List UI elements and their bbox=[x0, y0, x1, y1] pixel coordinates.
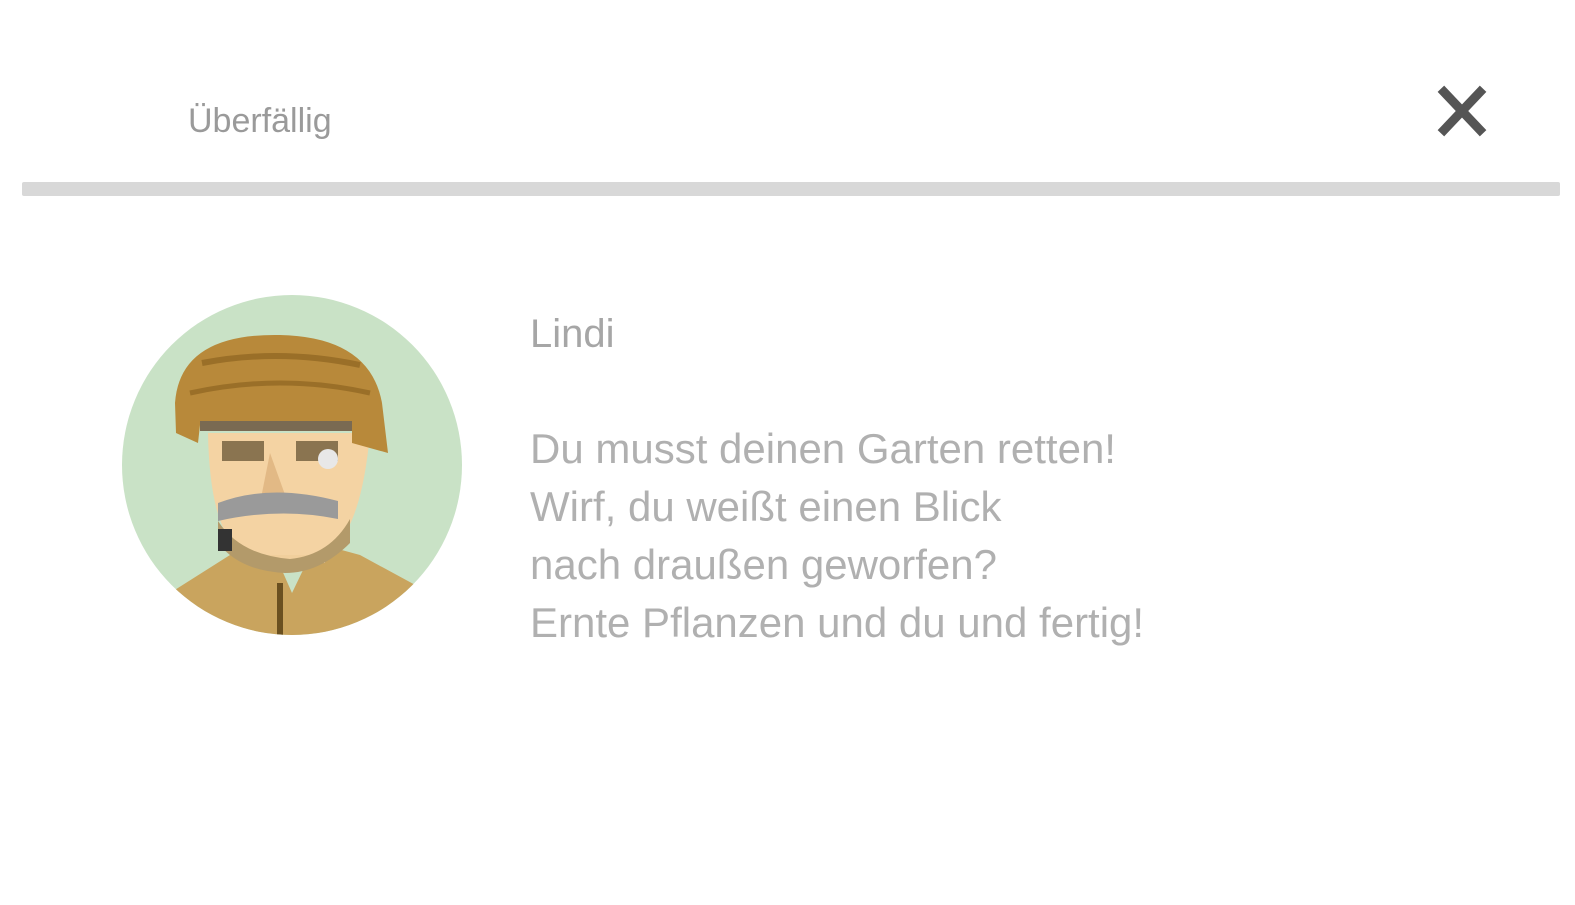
speaker-name: Lindi bbox=[530, 312, 615, 356]
message-line: Du musst deinen Garten retten! bbox=[530, 425, 1116, 472]
dialog-header: Überfällig bbox=[0, 0, 1575, 190]
farmer-portrait-icon bbox=[122, 295, 462, 635]
message-line: Wirf, du weißt einen Blick bbox=[530, 483, 1002, 530]
dialog-title: Überfällig bbox=[188, 102, 332, 140]
message-line: nach draußen geworfen? bbox=[530, 541, 997, 588]
close-icon bbox=[1437, 85, 1487, 137]
speaker-avatar bbox=[120, 293, 464, 637]
close-button[interactable] bbox=[1430, 80, 1494, 144]
dialog: Überfällig Lindi Du musst deinen Garten … bbox=[0, 0, 1575, 905]
header-divider bbox=[22, 182, 1560, 196]
dialog-message: Du musst deinen Garten retten! Wirf, du … bbox=[530, 420, 1530, 652]
message-line: Ernte Pflanzen und du und fertig! bbox=[530, 599, 1145, 646]
